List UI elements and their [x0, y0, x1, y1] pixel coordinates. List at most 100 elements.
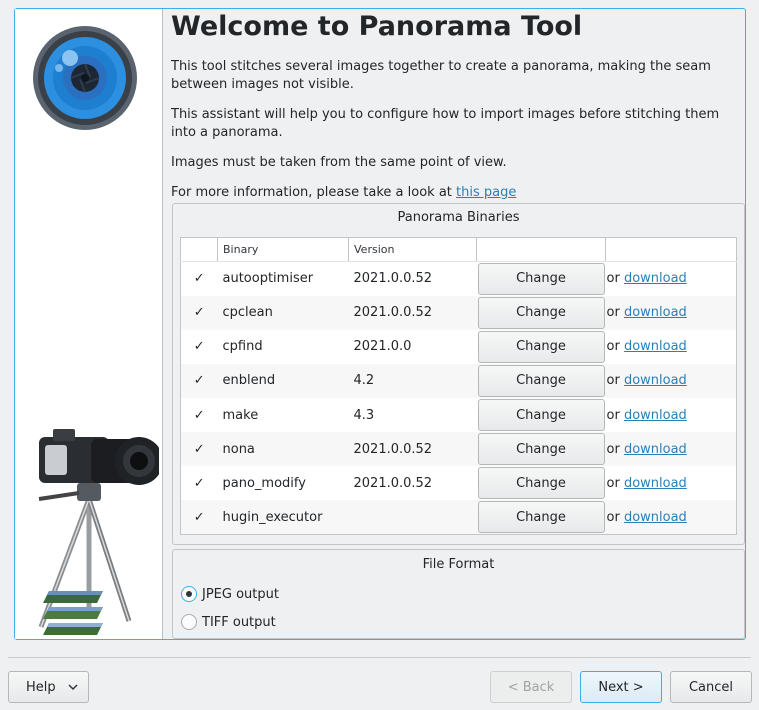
wizard-frame: Welcome to Panorama Tool This tool stitc… [14, 8, 746, 640]
file-format-group: File Format JPEG output TIFF output [172, 549, 745, 639]
tiff-radio[interactable] [181, 614, 197, 630]
change-button[interactable]: Change [477, 501, 605, 534]
download-cell: or download [606, 262, 737, 296]
help-button[interactable]: Help [8, 671, 89, 703]
change-button[interactable]: Change [477, 364, 605, 397]
change-cell: Change [476, 432, 606, 467]
download-link[interactable]: download [624, 271, 687, 286]
download-link[interactable]: download [624, 476, 687, 491]
table-header-row: Binary Version [180, 237, 737, 262]
binary-version: 4.3 [353, 407, 375, 423]
change-button[interactable]: Change [477, 467, 605, 500]
back-button[interactable]: < Back [490, 671, 572, 703]
change-cell: Change [477, 398, 606, 432]
check-icon: ✓ [193, 339, 205, 355]
next-button[interactable]: Next > [580, 671, 662, 703]
binary-version: 4.2 [348, 363, 477, 398]
this-page-link[interactable]: this page [456, 185, 516, 200]
download-cell: or download [606, 398, 737, 432]
group-title-file-format: File Format [422, 557, 495, 572]
change-cell: Change [477, 466, 606, 500]
side-panel [15, 9, 163, 639]
tiff-output-option[interactable]: TIFF output [181, 612, 276, 632]
table-row: ✓ enblend 4.2 Change or download [180, 363, 737, 398]
binary-version: 2021.0.0 [353, 339, 412, 355]
binary-name: autooptimiser [222, 271, 314, 287]
chevron-down-icon [68, 684, 78, 691]
binary-version: 2021.0.0.52 [348, 432, 477, 467]
or-label: or [606, 271, 624, 287]
binaries-table-body: ✓ autooptimiser 2021.0.0.52 Change or do… [180, 262, 737, 535]
download-link[interactable]: download [624, 305, 687, 320]
content-area: Welcome to Panorama Tool This tool stitc… [164, 9, 745, 639]
jpeg-radio[interactable] [181, 586, 197, 602]
check-icon: ✓ [193, 271, 205, 287]
binary-name: enblend [217, 363, 349, 398]
column-header-download[interactable] [605, 237, 737, 262]
check-icon: ✓ [180, 432, 218, 467]
download-link[interactable]: download [624, 510, 687, 525]
check-icon: ✓ [180, 363, 218, 398]
binaries-table: Binary Version ✓ autooptimiser 2021.0.0.… [180, 237, 737, 535]
group-title-binaries: Panorama Binaries [397, 210, 520, 225]
change-button[interactable]: Change [477, 330, 605, 363]
download-cell: or download [606, 466, 737, 500]
table-row: ✓ cpclean 2021.0.0.52 Change or download [180, 295, 737, 330]
column-header-status[interactable] [180, 237, 218, 262]
download-link[interactable]: download [624, 373, 687, 388]
or-label: or [606, 407, 624, 423]
binary-name: pano_modify [222, 475, 306, 491]
assistant-text: This assistant will help you to configur… [171, 107, 720, 140]
binary-name: nona [217, 432, 349, 467]
check-icon: ✓ [180, 500, 218, 535]
binary-version: 2021.0.0.52 [353, 271, 433, 287]
column-header-version[interactable]: Version [348, 237, 477, 262]
column-header-change[interactable] [476, 237, 606, 262]
tiff-output-label: TIFF output [202, 614, 276, 630]
download-cell: or download [605, 432, 737, 467]
more-info-prefix: For more information, please take a look… [171, 185, 457, 200]
jpeg-output-option[interactable]: JPEG output [181, 584, 279, 604]
column-header-binary[interactable]: Binary [217, 237, 349, 262]
change-button[interactable]: Change [477, 262, 605, 295]
intro-text: This tool stitches several images togeth… [171, 59, 711, 92]
download-link[interactable]: download [624, 408, 687, 423]
panorama-lens-icon [33, 26, 137, 130]
camera-tripod-illustration [38, 429, 159, 635]
table-row: ✓ autooptimiser 2021.0.0.52 Change or do… [181, 262, 737, 296]
download-cell: or download [605, 363, 737, 398]
binary-name: hugin_executor [217, 500, 349, 535]
table-row: ✓ cpfind 2021.0.0 Change or download [181, 330, 737, 364]
binary-version: 2021.0.0.52 [353, 475, 433, 491]
more-info-text: For more information, please take a look… [171, 184, 731, 202]
or-label: or [606, 441, 624, 457]
table-row: ✓ nona 2021.0.0.52 Change or download [180, 432, 737, 467]
download-link[interactable]: download [624, 442, 687, 457]
bottom-divider [8, 657, 751, 658]
binary-name: cpfind [222, 339, 263, 355]
download-link[interactable]: download [624, 339, 687, 354]
check-icon: ✓ [193, 407, 205, 423]
binary-name: cpclean [217, 295, 349, 330]
table-row: ✓ pano_modify 2021.0.0.52 Change or down… [181, 466, 737, 500]
change-button[interactable]: Change [477, 433, 605, 466]
check-icon: ✓ [180, 295, 218, 330]
change-cell: Change [477, 262, 606, 296]
change-button[interactable]: Change [477, 296, 605, 329]
panorama-binaries-group: Panorama Binaries Binary Version ✓ autoo… [172, 203, 745, 545]
binary-version [348, 500, 477, 535]
change-button[interactable]: Change [477, 399, 605, 432]
cancel-button[interactable]: Cancel [670, 671, 752, 703]
download-cell: or download [606, 330, 737, 364]
binary-name: make [222, 407, 259, 423]
or-label: or [606, 339, 624, 355]
check-icon: ✓ [193, 475, 205, 491]
table-row: ✓ hugin_executor Change or download [180, 500, 737, 535]
page-title: Welcome to Panorama Tool [171, 11, 583, 42]
table-row: ✓ make 4.3 Change or download [181, 398, 737, 432]
change-cell: Change [476, 295, 606, 330]
or-label: or [606, 475, 624, 491]
change-cell: Change [476, 363, 606, 398]
or-label: or [606, 373, 624, 389]
download-cell: or download [605, 500, 737, 535]
